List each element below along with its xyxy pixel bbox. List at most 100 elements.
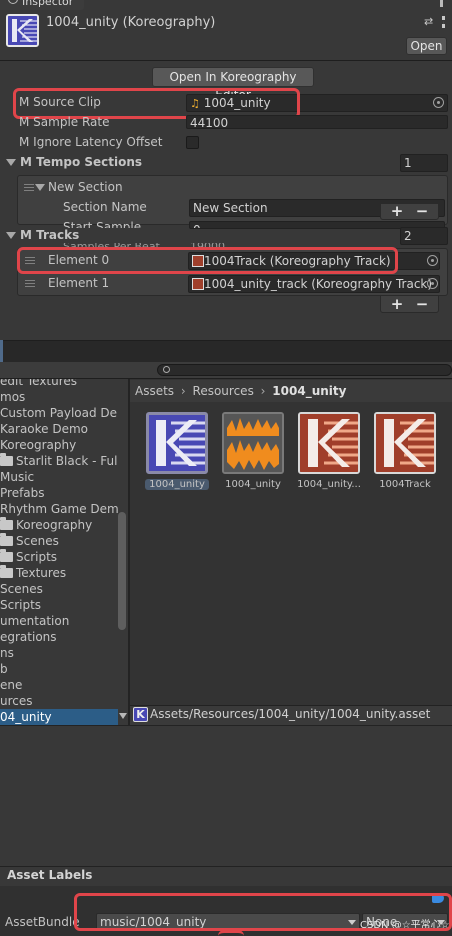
more-menu-icon[interactable] (442, 16, 445, 28)
chevron-right-icon: › (180, 384, 186, 398)
tree-item[interactable]: Prefabs (0, 485, 118, 501)
tree-item[interactable]: umentation (0, 613, 118, 629)
source-clip-picker-icon[interactable] (433, 97, 444, 108)
tree-item-label: umentation (0, 614, 70, 628)
tree-item[interactable]: 04_unity (0, 709, 118, 725)
ignore-latency-label: M Ignore Latency Offset (19, 135, 163, 149)
folder-icon (0, 549, 13, 562)
sample-rate-field[interactable]: 44100 (186, 115, 448, 129)
tree-item-label: Scripts (16, 550, 58, 564)
tree-item-label: b (0, 662, 8, 676)
breadcrumb-resources[interactable]: Resources (193, 384, 254, 398)
ignore-latency-checkbox[interactable] (186, 136, 199, 149)
folder-icon (0, 565, 13, 578)
empty-area (0, 725, 452, 866)
tree-item-label: Scenes (16, 534, 59, 548)
tree-item[interactable]: Scripts (0, 549, 118, 565)
breadcrumb-current[interactable]: 1004_unity (272, 384, 346, 398)
search-icon (163, 366, 170, 373)
sample-rate-label: M Sample Rate (19, 115, 110, 129)
tree-item[interactable]: ene (0, 677, 118, 693)
asset-bundle-label: AssetBundle (5, 915, 80, 929)
panel-divider (0, 340, 452, 362)
tree-item[interactable]: Custom Payload Dem (0, 405, 118, 421)
tree-item[interactable]: Karaoke Demo (0, 421, 118, 437)
drag-handle-icon[interactable] (25, 280, 35, 287)
track-element-1-field[interactable]: 1004_unity_track (Koreography Track) (188, 275, 440, 293)
tree-item[interactable]: Textures (0, 565, 118, 581)
koreography-track-asset-icon (374, 412, 436, 474)
tracks-foldout-icon[interactable] (6, 232, 16, 239)
asset-label-3: 1004Track (379, 479, 431, 490)
tree-item-label: Koreography (16, 518, 93, 532)
asset-title: 1004_unity (Koreography) (46, 15, 216, 30)
track-element-1-picker-icon[interactable] (427, 278, 438, 289)
open-koreography-editor-button[interactable]: Open In Koreography Editor (152, 67, 314, 102)
tempo-sections-foldout-icon[interactable] (6, 159, 16, 166)
folder-tree: edit Textures mos Custom Payload Dem Karaok… (0, 379, 128, 725)
track-element-1-value: 1004_unity_track (Koreography Track) (204, 277, 433, 291)
header-divider (0, 60, 452, 61)
tempo-sections-count[interactable]: 1 (400, 154, 448, 172)
audio-waveform-icon (222, 412, 284, 474)
tempo-remove-button[interactable]: − (414, 202, 430, 220)
tree-item[interactable]: Starlit Black - Full (0, 453, 118, 469)
dock-corner (0, 340, 3, 362)
settings-sliders-icon[interactable]: ⇄ (424, 16, 435, 27)
open-button[interactable]: Open (406, 37, 447, 55)
tree-item-label: Music (0, 470, 35, 484)
tree-item[interactable]: egrations (0, 629, 118, 645)
tree-item-label: Custom Payload Dem (0, 406, 118, 420)
tree-item[interactable]: Koreography (0, 437, 118, 453)
tree-item[interactable]: ns (0, 645, 118, 661)
tree-item[interactable]: Scenes (0, 581, 118, 597)
tree-scroll-down-icon[interactable] (119, 713, 127, 719)
tree-item-label: edit Textures (0, 379, 78, 388)
tree-item-label: Textures (16, 566, 67, 580)
tree-item-label: egrations (0, 630, 57, 644)
tempo-add-button[interactable]: + (389, 202, 405, 220)
tree-item[interactable]: Scripts (0, 597, 118, 613)
tree-item-label: Scenes (0, 582, 43, 596)
folder-icon (0, 517, 13, 530)
tree-item[interactable]: mos (0, 389, 118, 405)
tree-item-label: Koreography (0, 438, 77, 452)
tree-item-label: ns (0, 646, 14, 660)
koreography-asset-icon (6, 14, 39, 47)
asset-path: Assets/Resources/1004_unity/1004_unity.a… (150, 707, 431, 721)
asset-bundle-highlight (74, 893, 452, 931)
tree-item[interactable]: urces (0, 693, 118, 709)
new-section-label: New Section (48, 180, 123, 194)
tree-item-label: Prefabs (0, 486, 45, 500)
tree-item[interactable]: b (0, 661, 118, 677)
asset-labels-title: Asset Labels (7, 868, 93, 882)
koreography-small-icon: K (133, 707, 148, 722)
tracks-add-button[interactable]: + (389, 295, 405, 313)
breadcrumb-assets[interactable]: Assets (135, 384, 174, 398)
new-section-foldout-icon[interactable] (35, 184, 45, 191)
koreography-track-icon (192, 278, 204, 290)
tree-item[interactable]: Scenes (0, 533, 118, 549)
tree-item-label: ene (0, 678, 23, 692)
tree-item[interactable]: Music (0, 469, 118, 485)
drag-handle-icon[interactable] (24, 184, 34, 191)
tracks-count[interactable]: 2 (400, 227, 448, 245)
tree-item-label: 04_unity (0, 710, 52, 724)
track-element-0-picker-icon[interactable] (427, 255, 438, 266)
tracks-remove-button[interactable]: − (414, 295, 430, 313)
tree-scrollbar[interactable] (118, 512, 126, 630)
inspector-tab[interactable]: Inspector (0, 0, 84, 10)
tree-item-label: Rhythm Game Demo (0, 502, 118, 516)
folder-icon (0, 533, 13, 546)
tree-item[interactable]: Koreography (0, 517, 118, 533)
tree-item-label: urces (0, 694, 33, 708)
window-menu-icon[interactable] (440, 0, 443, 6)
tree-item-label: Starlit Black - Full (16, 454, 118, 468)
tracks-label: M Tracks (20, 228, 80, 242)
tree-item[interactable]: Rhythm Game Demo (0, 501, 118, 517)
search-input[interactable] (157, 364, 452, 376)
asset-labels-divider (0, 866, 452, 867)
track-element-0-highlight (17, 247, 398, 274)
koreography-asset-icon (146, 412, 208, 474)
tree-item[interactable]: edit Textures (0, 379, 118, 389)
